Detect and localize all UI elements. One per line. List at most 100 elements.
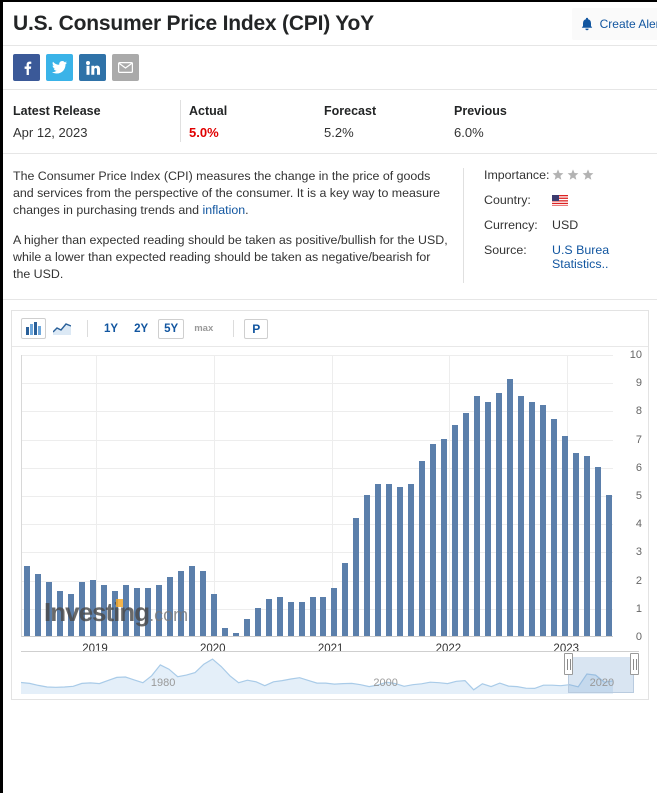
bar[interactable] bbox=[276, 596, 283, 636]
country-label: Country: bbox=[484, 193, 531, 207]
bar[interactable] bbox=[452, 424, 459, 636]
previous-label: Previous bbox=[454, 104, 507, 118]
share-facebook-button[interactable] bbox=[13, 54, 40, 81]
plot-canvas[interactable]: Investing.com bbox=[21, 355, 613, 637]
bar[interactable] bbox=[134, 588, 141, 636]
bar[interactable] bbox=[210, 593, 217, 636]
bar[interactable] bbox=[353, 517, 360, 636]
y-axis-tick: 10 bbox=[629, 349, 642, 361]
bar[interactable] bbox=[232, 633, 239, 636]
bar[interactable] bbox=[583, 455, 590, 636]
share-linkedin-button[interactable] bbox=[79, 54, 106, 81]
bar[interactable] bbox=[309, 596, 316, 636]
bar[interactable] bbox=[594, 466, 601, 636]
bar[interactable] bbox=[68, 593, 75, 636]
create-alert-button[interactable]: Create Alert bbox=[571, 8, 657, 40]
bar[interactable] bbox=[145, 588, 152, 636]
bar[interactable] bbox=[46, 582, 53, 636]
y-axis-tick: 2 bbox=[635, 574, 642, 587]
share-email-button[interactable] bbox=[112, 54, 139, 81]
bar[interactable] bbox=[331, 588, 338, 636]
line-chart-icon[interactable] bbox=[49, 318, 74, 339]
source-value[interactable]: U.S Burea Statistics.. bbox=[552, 243, 609, 271]
bar[interactable] bbox=[397, 486, 404, 636]
bar[interactable] bbox=[517, 396, 524, 636]
desc-p1-text-b: . bbox=[245, 203, 249, 217]
source-link-line1[interactable]: U.S Burea bbox=[552, 243, 609, 257]
chart-toolbar: 1Y 2Y 5Y max P bbox=[12, 311, 648, 347]
bar[interactable] bbox=[243, 619, 250, 636]
chart-card: 1Y 2Y 5Y max P Investing.com 0 1 2 3 4 5 6 7 8 9 1… bbox=[11, 310, 649, 700]
stat-actual: Actual 5.0% bbox=[189, 104, 324, 140]
bar[interactable] bbox=[364, 495, 371, 636]
bar[interactable] bbox=[254, 607, 261, 636]
print-button[interactable]: P bbox=[244, 318, 269, 339]
bar[interactable] bbox=[386, 483, 393, 636]
range-2y[interactable]: 2Y bbox=[128, 319, 154, 339]
bar[interactable] bbox=[287, 602, 294, 636]
bar[interactable] bbox=[166, 576, 173, 636]
bar[interactable] bbox=[57, 590, 64, 636]
bar[interactable] bbox=[484, 401, 491, 636]
bar[interactable] bbox=[320, 596, 327, 636]
forecast-label: Forecast bbox=[324, 104, 377, 118]
star-icon bbox=[567, 169, 579, 181]
bar[interactable] bbox=[24, 565, 31, 636]
bar[interactable] bbox=[441, 438, 448, 636]
y-axis-tick: 8 bbox=[635, 405, 642, 418]
share-twitter-button[interactable] bbox=[46, 54, 73, 81]
bar[interactable] bbox=[265, 599, 272, 636]
navigator-series bbox=[21, 658, 613, 694]
bar[interactable] bbox=[101, 585, 108, 636]
bar[interactable] bbox=[188, 565, 195, 636]
bar[interactable] bbox=[506, 379, 513, 636]
bar[interactable] bbox=[408, 483, 415, 636]
description-section: The Consumer Price Index (CPI) measures … bbox=[3, 154, 657, 300]
y-axis: 0 1 2 3 4 5 6 7 8 9 10 bbox=[614, 347, 642, 643]
meta-importance: Importance: bbox=[484, 168, 647, 182]
source-link-line2[interactable]: Statistics.. bbox=[552, 257, 609, 271]
range-1y[interactable]: 1Y bbox=[98, 319, 124, 339]
range-max[interactable]: max bbox=[188, 319, 219, 338]
bar[interactable] bbox=[605, 495, 612, 636]
meta-source: Source: U.S Burea Statistics.. bbox=[484, 243, 647, 271]
bar[interactable] bbox=[79, 582, 86, 636]
y-axis-tick: 1 bbox=[635, 602, 642, 615]
bar[interactable] bbox=[528, 401, 535, 636]
bar[interactable] bbox=[298, 602, 305, 636]
bar[interactable] bbox=[430, 444, 437, 636]
bar[interactable] bbox=[550, 418, 557, 636]
navigator-handle-left[interactable] bbox=[563, 653, 573, 675]
bar[interactable] bbox=[342, 562, 349, 636]
range-5y[interactable]: 5Y bbox=[158, 318, 185, 339]
bar[interactable] bbox=[177, 571, 184, 636]
bar[interactable] bbox=[561, 435, 568, 636]
bar[interactable] bbox=[156, 585, 163, 636]
bar[interactable] bbox=[90, 579, 97, 636]
bar[interactable] bbox=[462, 413, 469, 636]
bar[interactable] bbox=[221, 627, 228, 636]
bar[interactable] bbox=[112, 590, 119, 636]
page-header: U.S. Consumer Price Index (CPI) YoY Crea… bbox=[3, 2, 657, 46]
bar[interactable] bbox=[572, 452, 579, 636]
navigator-track[interactable]: 1980 2000 2020 bbox=[21, 651, 640, 694]
bar[interactable] bbox=[123, 585, 130, 636]
bar[interactable] bbox=[473, 396, 480, 636]
bar[interactable] bbox=[199, 571, 206, 636]
event-description: The Consumer Price Index (CPI) measures … bbox=[13, 168, 463, 283]
bar[interactable] bbox=[375, 483, 382, 636]
toolbar-divider bbox=[87, 320, 88, 337]
twitter-icon bbox=[52, 61, 67, 74]
currency-label: Currency: bbox=[484, 218, 538, 232]
release-stats: Latest Release Apr 12, 2023 Actual 5.0% … bbox=[3, 90, 657, 154]
bar[interactable] bbox=[35, 573, 42, 636]
navigator-handle-right[interactable] bbox=[630, 653, 640, 675]
bar[interactable] bbox=[539, 404, 546, 636]
inflation-link[interactable]: inflation bbox=[202, 203, 245, 217]
facebook-icon bbox=[20, 61, 34, 75]
bar[interactable] bbox=[419, 461, 426, 636]
bar[interactable] bbox=[495, 393, 502, 636]
stat-forecast: Forecast 5.2% bbox=[324, 104, 454, 140]
bar-series bbox=[22, 355, 613, 636]
bar-chart-icon[interactable] bbox=[21, 318, 46, 339]
